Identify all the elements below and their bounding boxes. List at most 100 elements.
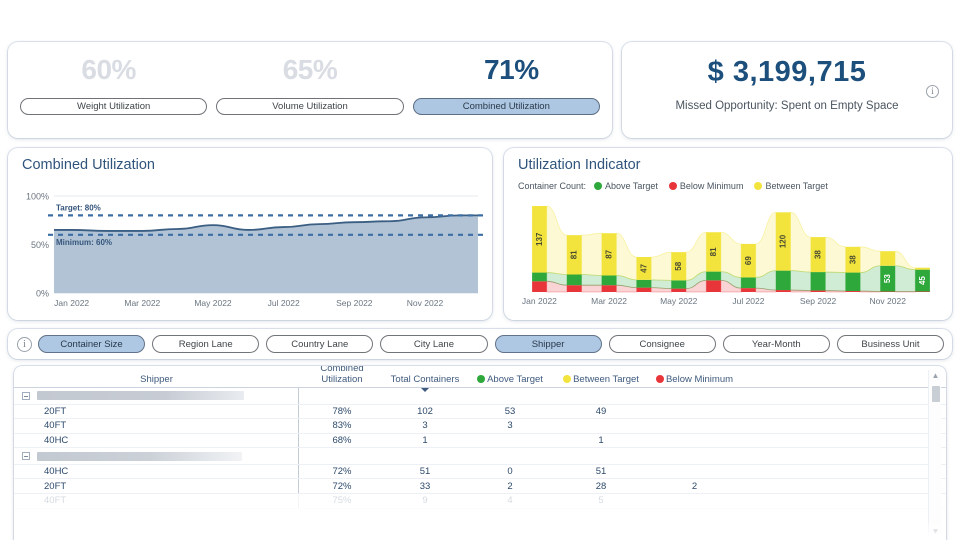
table-bottom-fade (14, 518, 946, 540)
table-rows-container: 20FT78%102534940FT83%3340HC68%1140HC72%5… (14, 388, 946, 509)
scroll-up-icon[interactable]: ▲ (929, 370, 942, 382)
svg-text:38: 38 (814, 250, 823, 259)
above-target-dot-icon (477, 375, 485, 383)
redacted-shipper-name (37, 452, 242, 461)
filter-tab-shipper[interactable]: Shipper (495, 335, 602, 353)
cell-total-containers: 33 (385, 481, 465, 492)
cell-above-target: 3 (465, 420, 555, 431)
svg-text:69: 69 (744, 256, 753, 265)
combined-utilization-chart[interactable]: 0%50%100%Target: 80%Minimum: 60%Jan 2022… (8, 148, 492, 320)
table-row[interactable]: 40FT75%945 (14, 494, 946, 509)
missed-opportunity-caption: Missed Opportunity: Spent on Empty Space (622, 100, 952, 112)
cell-combined-utilization: 78% (299, 406, 385, 417)
row-expander-icon[interactable] (22, 452, 30, 460)
cell-between-target: 5 (555, 495, 647, 506)
container-size-label: 20FT (22, 406, 66, 417)
cell-total-containers: 3 (385, 420, 465, 431)
table-vertical-scrollbar[interactable]: ▲ ▼ (928, 370, 941, 538)
kpi-values-row: 60% 65% 71% (8, 42, 612, 98)
column-header-below-minimum[interactable]: Below Minimum (647, 374, 742, 385)
filter-tab-business-unit[interactable]: Business Unit (837, 335, 944, 353)
column-header-shipper[interactable]: Shipper (14, 374, 299, 385)
filter-tab-region-lane[interactable]: Region Lane (152, 335, 259, 353)
svg-text:Jan 2022: Jan 2022 (522, 296, 557, 306)
kpi-tab-group: Weight Utilization Volume Utilization Co… (8, 98, 612, 115)
kpi-value-weight: 60% (8, 54, 209, 86)
filter-tab-year-month[interactable]: Year-Month (723, 335, 830, 353)
table-row[interactable] (14, 448, 946, 465)
kpi-value-combined: 71% (411, 54, 612, 86)
utilization-detail-table: Shipper Combined Utilization Total Conta… (14, 366, 946, 540)
scroll-down-icon[interactable]: ▼ (929, 526, 942, 538)
svg-text:May 2022: May 2022 (194, 298, 232, 308)
info-icon[interactable]: i (17, 337, 32, 352)
filter-tab-city-lane[interactable]: City Lane (380, 335, 487, 353)
cell-shipper: 40FT (14, 419, 299, 433)
column-header-total-containers[interactable]: Total Containers (385, 374, 465, 385)
svg-text:Sep 2022: Sep 2022 (336, 298, 373, 308)
cell-total-containers: 102 (385, 406, 465, 417)
cell-between-target: 1 (555, 435, 647, 446)
cell-total-containers: 1 (385, 435, 465, 446)
svg-text:Jul 2022: Jul 2022 (268, 298, 300, 308)
kpi-value-volume: 65% (209, 54, 410, 86)
cell-combined-utilization: 68% (299, 435, 385, 446)
cell-shipper: 40HC (14, 434, 299, 448)
column-header-combined-utilization[interactable]: Combined Utilization (299, 366, 385, 385)
cell-combined-utilization: 83% (299, 420, 385, 431)
filter-tab-country-lane[interactable]: Country Lane (266, 335, 373, 353)
cell-above-target: 2 (465, 481, 555, 492)
cell-between-target: 51 (555, 466, 647, 477)
tab-combined-utilization[interactable]: Combined Utilization (413, 98, 600, 115)
combined-utilization-chart-card: Combined Utilization 0%50%100%Target: 80… (8, 148, 492, 320)
missed-opportunity-card: $ 3,199,715 Missed Opportunity: Spent on… (622, 42, 952, 138)
row-expander-icon[interactable] (22, 392, 30, 400)
cell-combined-utilization: 72% (299, 466, 385, 477)
scrollbar-thumb[interactable] (932, 386, 940, 402)
sort-descending-icon (421, 388, 429, 392)
svg-text:100%: 100% (26, 192, 49, 202)
cell-shipper: 20FT (14, 479, 299, 493)
column-header-between-target[interactable]: Between Target (555, 374, 647, 385)
table-row[interactable] (14, 388, 946, 405)
cell-shipper (14, 388, 299, 404)
svg-text:Mar 2022: Mar 2022 (591, 296, 627, 306)
svg-text:Nov 2022: Nov 2022 (870, 296, 907, 306)
filter-tab-consignee[interactable]: Consignee (609, 335, 716, 353)
column-header-above-target[interactable]: Above Target (465, 374, 555, 385)
table-row[interactable]: 40FT83%33 (14, 419, 946, 434)
svg-text:0%: 0% (36, 289, 49, 299)
svg-text:47: 47 (639, 263, 648, 272)
table-row[interactable]: 40HC72%51051 (14, 465, 946, 480)
container-size-label: 40HC (22, 435, 68, 446)
cell-shipper (14, 448, 299, 464)
tab-weight-utilization[interactable]: Weight Utilization (20, 98, 207, 115)
svg-text:Minimum: 60%: Minimum: 60% (56, 238, 112, 247)
cell-shipper: 40HC (14, 465, 299, 479)
svg-text:Jul 2022: Jul 2022 (732, 296, 764, 306)
between-target-dot-icon (563, 375, 571, 383)
table-row[interactable]: 20FT78%1025349 (14, 405, 946, 420)
svg-text:87: 87 (605, 249, 614, 258)
container-size-label: 40HC (22, 466, 68, 477)
container-size-label: 40FT (22, 495, 66, 506)
cell-above-target: 0 (465, 466, 555, 477)
utilization-indicator-chart[interactable]: 13781874758816912038385345Jan 2022Mar 20… (504, 148, 952, 320)
cell-shipper: 20FT (14, 405, 299, 419)
table-row[interactable]: 40HC68%11 (14, 434, 946, 449)
svg-text:Jan 2022: Jan 2022 (54, 298, 89, 308)
cell-total-containers: 9 (385, 495, 465, 506)
table-row[interactable]: 20FT72%332282 (14, 479, 946, 494)
container-size-label: 20FT (22, 481, 66, 492)
svg-text:Sep 2022: Sep 2022 (800, 296, 837, 306)
svg-text:Target: 80%: Target: 80% (56, 203, 101, 212)
tab-volume-utilization[interactable]: Volume Utilization (216, 98, 403, 115)
below-minimum-dot-icon (656, 375, 664, 383)
svg-text:45: 45 (918, 276, 927, 285)
svg-text:81: 81 (570, 250, 579, 259)
cell-combined-utilization: 75% (299, 495, 385, 506)
info-icon[interactable]: i (926, 85, 939, 98)
filter-tab-container-size[interactable]: Container Size (38, 335, 145, 353)
column-header-above-target-label: Above Target (487, 374, 543, 385)
cell-above-target: 53 (465, 406, 555, 417)
